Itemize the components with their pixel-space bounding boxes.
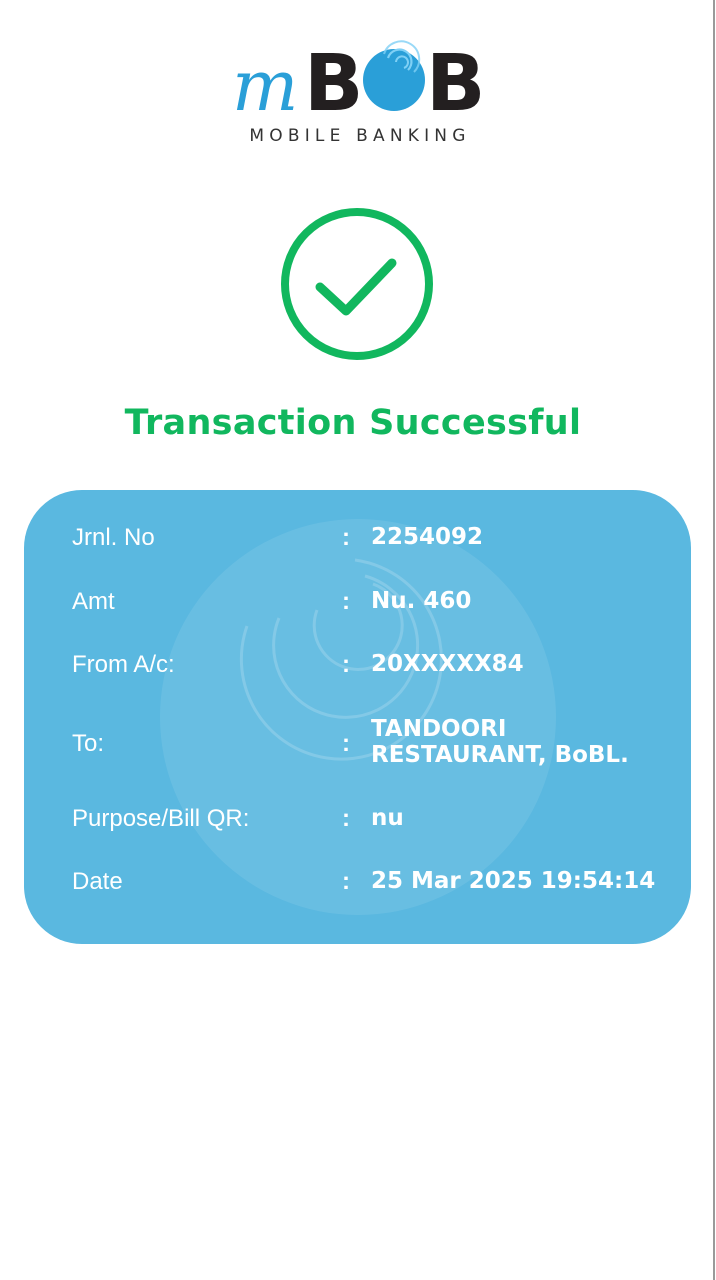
check-circle-icon — [281, 208, 433, 360]
detail-value: 20XXXXX84 — [371, 651, 524, 677]
detail-label: To: — [72, 730, 105, 757]
detail-label: Purpose/Bill QR: — [72, 805, 250, 832]
logo-m-letter: m — [232, 45, 298, 120]
mbob-logo-mark: m B B — [232, 40, 485, 120]
svg-text:B: B — [304, 40, 363, 120]
detail-value: 25 Mar 2025 19:54:14 — [371, 868, 656, 894]
detail-separator: : — [342, 588, 350, 615]
status-title: Transaction Successful — [124, 403, 582, 443]
detail-separator: : — [342, 805, 350, 832]
detail-value: nu — [371, 805, 404, 831]
detail-label: Amt — [72, 588, 115, 615]
transaction-receipt-screen: m B B MOBILE BANKING Transaction Success… — [0, 0, 716, 1280]
detail-label: From A/c: — [72, 651, 175, 678]
edge-divider — [713, 0, 715, 1280]
detail-separator: : — [342, 524, 350, 551]
logo-tagline: MOBILE BANKING — [249, 126, 471, 146]
detail-label: Jrnl. No — [72, 524, 155, 551]
detail-value: TANDOORI RESTAURANT, BoBL. — [371, 716, 629, 768]
transaction-details-card: Jrnl. No : 2254092 Amt : Nu. 460 From A/… — [24, 490, 691, 944]
detail-label: Date — [72, 868, 123, 895]
mbob-logo: m B B MOBILE BANKING — [228, 40, 488, 150]
detail-separator: : — [342, 730, 350, 757]
detail-value: Nu. 460 — [371, 588, 472, 614]
svg-text:B: B — [426, 40, 485, 120]
detail-separator: : — [342, 868, 350, 895]
detail-separator: : — [342, 651, 350, 678]
detail-value: 2254092 — [371, 524, 484, 550]
